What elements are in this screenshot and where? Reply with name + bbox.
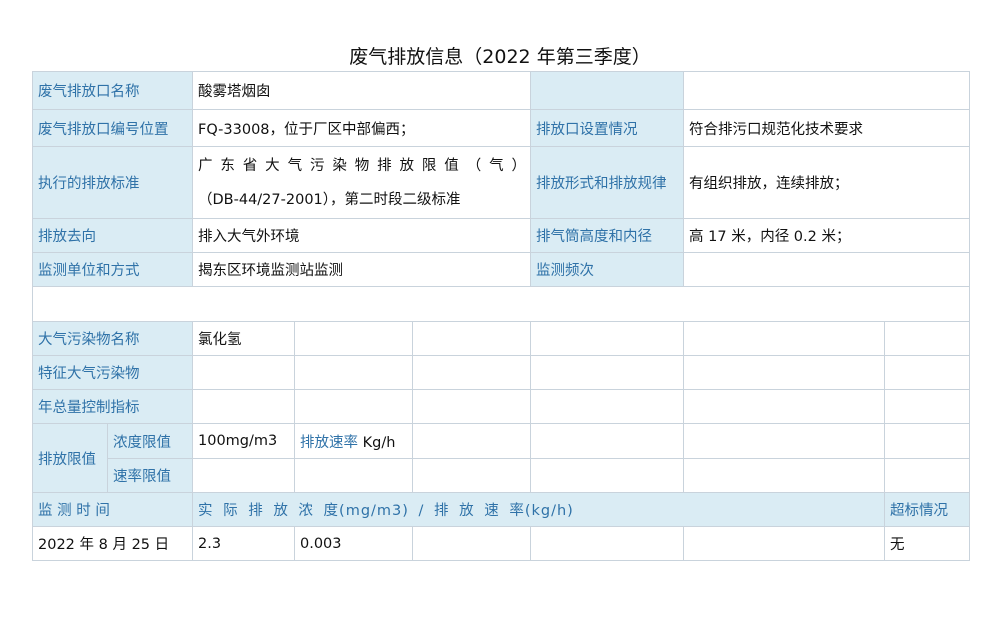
empty-cell — [411, 458, 532, 493]
empty-cell — [530, 355, 685, 390]
table-row: 2022 年 8 月 25 日 2.3 0.003 无 — [32, 526, 971, 561]
stack-label: 排气筒高度和内径 — [530, 218, 685, 253]
form-value: 有组织排放，连续排放； — [683, 146, 971, 219]
empty-label-cell — [530, 71, 685, 110]
empty-cell — [294, 321, 413, 356]
frequency-label: 监测频次 — [530, 252, 685, 287]
exceed-header: 超标情况 — [884, 492, 971, 527]
empty-cell — [683, 423, 886, 459]
rate-unit: Kg/h — [362, 434, 396, 451]
conc-rate-header: 实 际 排 放 浓 度(mg/m3) / 排 放 速 率(kg/h) — [191, 492, 886, 527]
empty-cell — [411, 355, 532, 390]
empty-cell — [294, 458, 413, 493]
empty-cell — [884, 458, 971, 493]
empty-cell — [411, 526, 532, 561]
exceed-value: 无 — [884, 526, 971, 561]
standard-line-1: 广 东 省 大 气 污 染 物 排 放 限 值 （ 气 ） — [198, 157, 526, 174]
empty-cell — [683, 321, 886, 356]
empty-cell — [530, 458, 685, 493]
direction-label: 排放去向 — [32, 218, 193, 253]
outlet-name-label: 废气排放口名称 — [32, 71, 193, 110]
empty-cell — [192, 458, 295, 493]
monitor-date: 2022 年 8 月 25 日 — [32, 526, 193, 561]
stack-value: 高 17 米，内径 0.2 米； — [683, 218, 971, 253]
frequency-value — [683, 252, 971, 287]
empty-cell — [192, 389, 295, 424]
standard-label: 执行的排放标准 — [32, 146, 193, 219]
empty-cell — [411, 389, 532, 424]
empty-cell — [192, 355, 295, 390]
empty-cell — [530, 423, 685, 459]
monitor-unit-value: 揭东区环境监测站监测 — [191, 252, 532, 287]
rate-label: 排放速率 — [300, 434, 358, 451]
empty-cell — [884, 321, 971, 356]
emission-limit-label: 排放限值 — [32, 423, 108, 493]
pollutant-name-value: 氯化氢 — [192, 321, 295, 356]
empty-cell — [683, 389, 886, 424]
empty-cell — [294, 389, 413, 424]
spacer-row — [31, 286, 971, 322]
form-label: 排放形式和排放规律 — [530, 146, 685, 219]
empty-cell — [683, 526, 886, 561]
outlet-code-value: FQ-33008，位于厂区中部偏西； — [191, 109, 532, 147]
monitor-unit-label: 监测单位和方式 — [32, 252, 193, 287]
empty-cell — [411, 321, 532, 356]
empty-cell — [683, 355, 886, 390]
standard-value: 广 东 省 大 气 污 染 物 排 放 限 值 （ 气 ） （DB-44/27-… — [191, 146, 532, 219]
empty-cell — [530, 321, 685, 356]
empty-cell — [530, 389, 685, 424]
empty-cell — [884, 389, 971, 424]
rate-limit-label: 速率限值 — [107, 458, 193, 493]
outlet-code-label: 废气排放口编号位置 — [32, 109, 193, 147]
empty-cell — [884, 355, 971, 390]
page-title: 废气排放信息（2022 年第三季度） — [349, 46, 651, 68]
feature-pollutant-label: 特征大气污染物 — [32, 355, 193, 390]
empty-cell — [884, 423, 971, 459]
outlet-setup-value: 符合排污口规范化技术要求 — [683, 109, 971, 147]
empty-cell — [530, 526, 685, 561]
direction-value: 排入大气外环境 — [191, 218, 532, 253]
empty-cell — [294, 355, 413, 390]
monitor-time-header: 监 测 时 间 — [32, 492, 193, 527]
empty-cell — [411, 423, 532, 459]
emission-table: 废气排放口名称 酸雾塔烟囱 废气排放口编号位置 FQ-33008，位于厂区中部偏… — [31, 71, 971, 561]
outlet-setup-label: 排放口设置情况 — [530, 109, 685, 147]
empty-cell — [683, 458, 886, 493]
total-control-label: 年总量控制指标 — [32, 389, 193, 424]
rate-cell: 排放速率 Kg/h — [294, 423, 413, 459]
standard-line-2: （DB-44/27-2001），第二时段二级标准 — [198, 191, 461, 208]
pollutant-name-label: 大气污染物名称 — [32, 321, 193, 356]
measured-rate: 0.003 — [294, 526, 413, 561]
measured-conc: 2.3 — [192, 526, 295, 561]
conc-limit-label: 浓度限值 — [107, 423, 193, 459]
outlet-name-value: 酸雾塔烟囱 — [191, 71, 532, 110]
empty-value-cell — [683, 71, 971, 110]
conc-limit-value: 100mg/m3 — [192, 423, 295, 459]
